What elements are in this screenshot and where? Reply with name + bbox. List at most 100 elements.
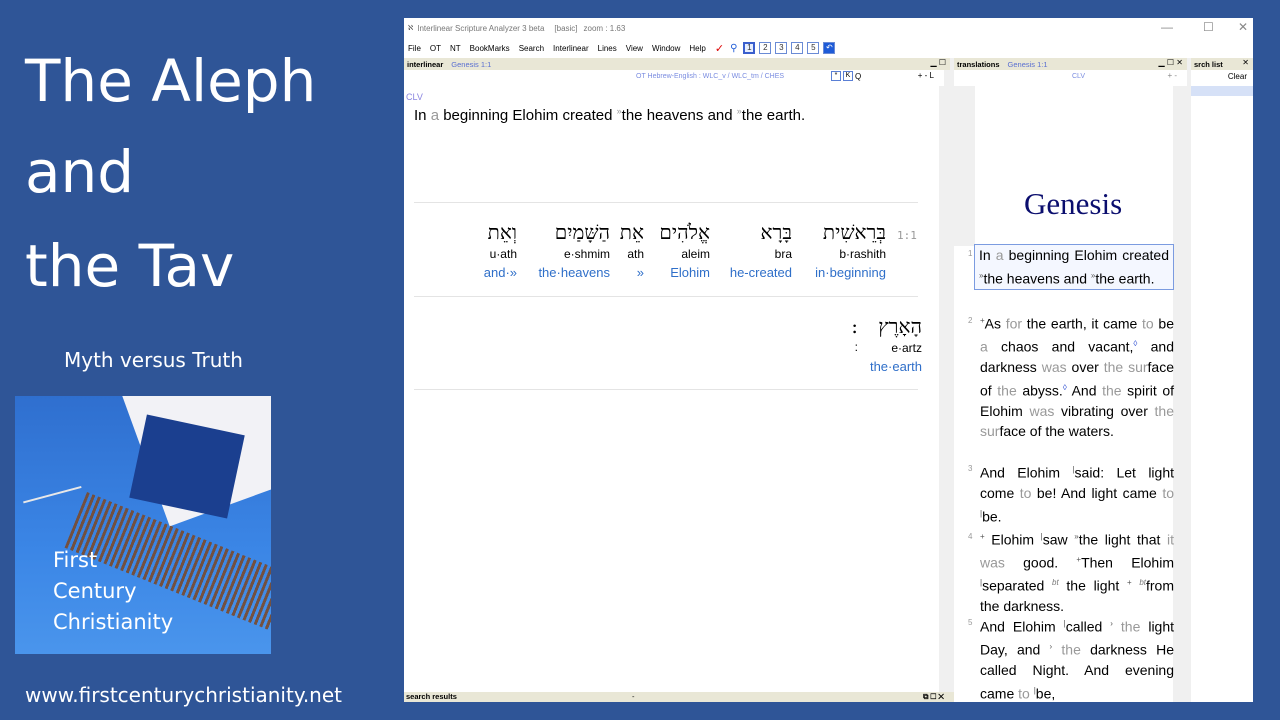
interlinear-word[interactable]: : : <box>851 314 858 354</box>
interlinear-word[interactable]: וְאֵת u·ath and·» <box>484 220 517 280</box>
translations-zoom-controls[interactable]: + - <box>1167 71 1177 80</box>
search-results-controls[interactable]: ⧉ ☐ ✕ <box>923 692 944 702</box>
translations-header: translations Genesis 1:1 ▁ ☐ ✕ <box>954 58 1187 70</box>
verse-text-selected[interactable]: In a beginning Elohim created »the heave… <box>974 244 1174 290</box>
app-zoom: zoom : 1.63 <box>583 23 626 33</box>
hebrew-word: בָּרָא <box>760 220 792 244</box>
close-icon[interactable]: ✕ <box>1238 20 1248 34</box>
search-list-title: srch list <box>1194 59 1223 69</box>
transliteration: bra <box>774 247 792 261</box>
layout-button-2[interactable]: 2 <box>759 42 772 54</box>
menu-lines[interactable]: Lines <box>598 44 617 53</box>
interlinear-header-title: interlinear <box>407 59 444 69</box>
slide-subtitle: Myth versus Truth <box>64 348 243 372</box>
clv-text-article: a <box>430 107 440 124</box>
verse-number: 1 <box>968 249 973 258</box>
search-list-pane: srch list ✕ Clear <box>1191 58 1253 702</box>
app-title: Interlinear Scripture Analyzer 3 beta <box>417 23 545 33</box>
clear-button[interactable]: Clear <box>1228 72 1247 81</box>
toggle-asterisk-button[interactable]: * <box>831 71 841 81</box>
translations-pane: translations Genesis 1:1 ▁ ☐ ✕ CLV + - G… <box>954 58 1187 702</box>
menu-nt[interactable]: NT <box>450 44 461 53</box>
menu-help[interactable]: Help <box>689 44 705 53</box>
english-gloss: Elohim <box>670 265 710 280</box>
transliteration: e·shmim <box>563 247 610 261</box>
tassel-shape <box>18 468 82 504</box>
app-window: ℵ Interlinear Scripture Analyzer 3 beta … <box>404 18 1253 702</box>
verse-text[interactable]: +As for the earth, it came to be a chaos… <box>980 311 1174 442</box>
minimize-icon[interactable]: — <box>1161 20 1173 34</box>
interlinear-zoom-controls[interactable]: + - L <box>918 71 934 80</box>
translations-reference[interactable]: Genesis 1:1 <box>1008 60 1048 69</box>
hebrew-word: אֱלֹהִים <box>659 220 710 244</box>
translations-gutter <box>954 86 975 246</box>
menu-interlinear[interactable]: Interlinear <box>553 44 589 53</box>
maximize-icon[interactable]: ☐ <box>1203 20 1214 34</box>
app-mode: [basic] <box>554 23 578 33</box>
layout-button-3[interactable]: 3 <box>775 42 788 54</box>
search-list-close-icon[interactable]: ✕ <box>1242 58 1249 67</box>
q-button[interactable]: Q <box>855 72 861 81</box>
menu-ot[interactable]: OT <box>430 44 441 53</box>
verse-number: 1:1 <box>897 229 917 242</box>
transliteration: ath <box>627 247 644 261</box>
clv-text-part: In <box>414 107 431 124</box>
interlinear-pane: interlinear Genesis 1:1 ▁ ☐ OT Hebrew-En… <box>404 58 950 702</box>
divider <box>414 202 918 203</box>
interlinear-reference[interactable]: Genesis 1:1 <box>451 60 491 69</box>
english-gloss: and·» <box>483 265 517 280</box>
hebrew-punct: : <box>851 314 858 338</box>
interlinear-scrollbar[interactable] <box>939 86 950 702</box>
verse-text[interactable]: And Elohim |called › the light Day, and … <box>980 614 1174 702</box>
english-gloss: the·earth <box>869 359 922 374</box>
translations-pane-controls[interactable]: ▁ ☐ ✕ <box>1159 58 1183 67</box>
search-results-dash: - <box>632 692 635 701</box>
english-gloss: » <box>636 265 644 280</box>
menu-window[interactable]: Window <box>652 44 680 53</box>
version-line[interactable]: OT Hebrew-English : WLC_v / WLC_tm / CHE… <box>636 73 784 80</box>
translations-version[interactable]: CLV <box>1072 73 1085 80</box>
toggle-k-button[interactable]: K <box>843 71 853 81</box>
transliteration: e·artz <box>891 341 922 355</box>
verse-text[interactable]: And Elohim |said: Let light come to be! … <box>980 460 1174 527</box>
translations-scrollbar[interactable] <box>1173 86 1187 702</box>
interlinear-word[interactable]: אֵת ath » <box>620 220 644 280</box>
interlinear-version-bar: OT Hebrew-English : WLC_v / WLC_tm / CHE… <box>404 70 944 84</box>
slide-title-line-3: the Tav <box>25 232 235 300</box>
menu-search[interactable]: Search <box>519 44 544 53</box>
interlinear-word[interactable]: בְּרֵאשִׁית b·rashith in·beginning <box>815 220 886 280</box>
search-icon[interactable]: ⚲ <box>730 43 737 54</box>
transliteration: b·rashith <box>839 247 886 261</box>
hebrew-word: הָאָרֶץ <box>878 314 922 338</box>
interlinear-word[interactable]: בָּרָא bra he-created <box>730 220 792 280</box>
interlinear-word[interactable]: הַשָּׁמַיִם e·shmim the·heavens <box>538 220 610 280</box>
menu-view[interactable]: View <box>626 44 643 53</box>
menu-bookmarks[interactable]: BookMarks <box>470 44 510 53</box>
menu-bar: File OT NT BookMarks Search Interlinear … <box>404 38 1253 58</box>
menu-file[interactable]: File <box>408 44 421 53</box>
search-results-header: search results - ⧉ ☐ ✕ <box>404 692 954 702</box>
logo-image: First Century Christianity <box>15 396 271 654</box>
undo-icon[interactable]: ↶ <box>823 42 836 54</box>
app-icon: ℵ <box>408 25 414 32</box>
verse-text[interactable]: + Elohim |saw »the light that it was goo… <box>980 527 1174 617</box>
transliteration: : <box>854 340 858 354</box>
interlinear-pane-controls[interactable]: ▁ ☐ <box>930 58 946 67</box>
website-url: www.firstcenturychristianity.net <box>25 683 342 707</box>
checkmark-icon[interactable]: ✓ <box>715 42 724 55</box>
search-list-selected-row[interactable] <box>1191 86 1253 96</box>
verse-number: 5 <box>968 618 973 627</box>
interlinear-word[interactable]: הָאָרֶץ e·artz the·earth <box>870 314 922 374</box>
interlinear-header: interlinear Genesis 1:1 ▁ ☐ <box>404 58 950 70</box>
divider <box>414 389 918 390</box>
layout-button-4[interactable]: 4 <box>791 42 804 54</box>
interlinear-word[interactable]: אֱלֹהִים aleim Elohim <box>659 220 710 280</box>
clv-verse-text: In a beginning Elohim created »the heave… <box>414 106 805 124</box>
clv-text-part: the earth. <box>741 107 806 124</box>
english-gloss: he-created <box>729 265 792 280</box>
layout-button-1[interactable]: 1 <box>743 42 756 54</box>
hebrew-word: וְאֵת <box>487 220 517 244</box>
search-list-header: srch list ✕ <box>1191 58 1253 70</box>
english-gloss: the·heavens <box>538 265 610 280</box>
layout-button-5[interactable]: 5 <box>807 42 820 54</box>
